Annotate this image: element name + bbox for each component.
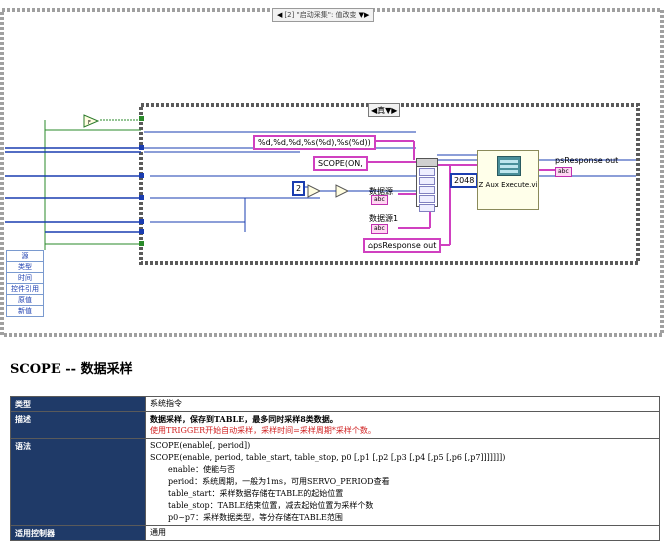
add-node-icon [335, 184, 350, 198]
inner-case-selector[interactable]: ◀ 真 ▼▶ [368, 103, 401, 117]
event-item-oldval: 原值 [7, 295, 43, 306]
syntax-line: table_start：采样数据存储在TABLE的起始位置 [168, 489, 344, 498]
table-row: 描述 数据采样，保存到TABLE，最多同时采样8类数据。 使用TRIGGER开始… [10, 411, 660, 439]
event-case-selector[interactable]: ◀ [2] "启动采集": 值改变 ▼▶ [272, 8, 375, 22]
not-function-icon [83, 114, 100, 128]
format-string-constant[interactable]: %d,%d,%d,%s(%d),%s(%d)) [253, 135, 376, 150]
syntax-line: p0~p7：采样数据类型，等分存储在TABLE范围 [168, 513, 343, 522]
desc-line-1: 数据采样，保存到TABLE，最多同时采样8类数据。 [150, 414, 338, 424]
event-item-source: 源 [7, 251, 43, 262]
psresponse-local-label: psResponse out [373, 241, 437, 250]
source-indicator[interactable]: abc [371, 195, 388, 205]
chevron-down-icon[interactable]: ▼▶ [385, 106, 397, 115]
table-row: 语法 SCOPE(enable[, period]) SCOPE(enable,… [10, 438, 660, 526]
chevron-left-icon[interactable]: ◀ [275, 11, 284, 19]
event-item-newval: 新值 [18, 307, 32, 315]
desc-key: 描述 [10, 411, 146, 439]
scope-spec-table: 类型 系统指令 描述 数据采样，保存到TABLE，最多同时采样8类数据。 使用T… [10, 396, 660, 541]
type-key: 类型 [10, 396, 146, 412]
zaux-vi-label: Z Aux Execute.vi [478, 181, 538, 189]
table-row: 类型 系统指令 [10, 396, 660, 412]
block-diagram: F ◀ [2] "启动采集": 值改变 ▼▶ ◀ 真 ▼▶ %d,%d,%d,%… [0, 0, 664, 340]
syntax-line: period：系统周期，一般为1ms，可用SERVO_PERIOD查看 [168, 477, 390, 486]
source1-label: 数据源1 [369, 214, 399, 223]
doc-title: SCOPE -- 数据采样 [10, 362, 133, 377]
syntax-key: 语法 [10, 438, 146, 526]
psresponse-out-indicator[interactable]: abc [555, 167, 572, 177]
build-array-node[interactable] [416, 158, 438, 212]
syntax-line: SCOPE(enable[, period]) [150, 441, 251, 450]
numeric-constant-2[interactable]: 2 [292, 181, 306, 196]
syntax-line: table_stop：TABLE结束位置，减去起始位置为采样个数 [168, 501, 374, 510]
psresponse-local-variable[interactable]: ⌂psResponse out [363, 238, 442, 253]
zaux-execute-subvi[interactable]: Z Aux Execute.vi [477, 150, 539, 210]
numeric-constant-2048[interactable]: 2048 [450, 173, 479, 188]
syntax-line: SCOPE(enable, period, table_start, table… [150, 453, 506, 462]
controller-value: 通用 [145, 525, 660, 541]
chevron-down-icon[interactable]: ▼▶ [357, 11, 372, 19]
event-item-time: 时间 [7, 273, 43, 284]
event-data-node[interactable]: 源 类型 时间 控件引用 原值 新值 [6, 250, 44, 317]
source1-indicator[interactable]: abc [371, 224, 388, 234]
type-value: 系统指令 [145, 396, 660, 412]
table-row: 适用控制器 通用 [10, 525, 660, 541]
zaux-vi-icon [497, 156, 521, 176]
svg-text:F: F [88, 120, 91, 126]
event-item-type: 类型 [7, 262, 43, 273]
desc-line-2: 使用TRIGGER开始自动采样，采样时间=采样周期*采样个数。 [150, 426, 376, 435]
event-item-ctlref: 控件引用 [7, 284, 43, 295]
syntax-line: enable：使能与否 [168, 465, 236, 474]
event-case-label: [2] "启动采集": 值改变 [284, 11, 357, 19]
add-node-icon [307, 184, 322, 198]
inner-case-label: 真 [377, 105, 386, 115]
scope-doc-section: SCOPE -- 数据采样 类型 系统指令 描述 数据采样，保存到TABLE，最… [0, 340, 664, 545]
scope-string-constant[interactable]: SCOPE(ON, [313, 156, 368, 171]
controller-key: 适用控制器 [10, 525, 146, 541]
psresponse-out-label: psResponse out [555, 156, 619, 165]
